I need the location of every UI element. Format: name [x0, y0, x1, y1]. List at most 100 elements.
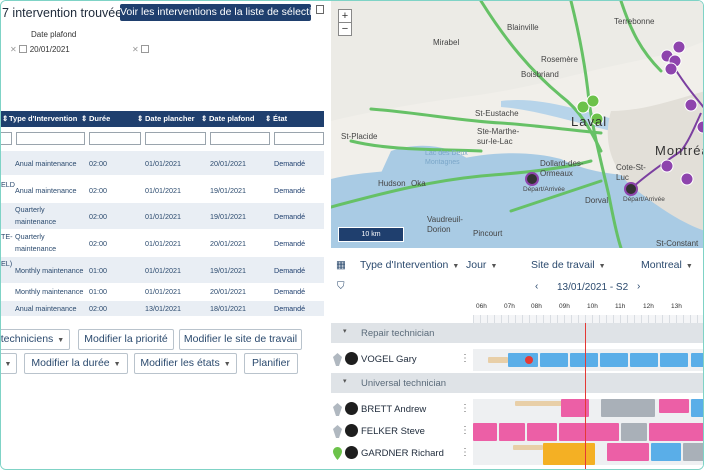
row-floor-date: 13/01/2021: [145, 304, 181, 313]
task-block[interactable]: [601, 399, 655, 417]
chevron-down-icon: ▼: [223, 361, 231, 368]
table-row[interactable]: Anual maintenance 02:00 01/01/2021 20/01…: [1, 151, 324, 175]
task-block[interactable]: [543, 443, 595, 465]
task-block[interactable]: [691, 353, 703, 367]
next-week-button[interactable]: ›: [637, 281, 640, 292]
table-row[interactable]: TE- Quarterly maintenance 02:00 01/01/20…: [1, 230, 324, 256]
column-header-type[interactable]: Type d'Intervention: [9, 111, 77, 127]
calendar-icon[interactable]: ▦: [336, 259, 346, 271]
view-selection-list-button[interactable]: Voir les interventions de la liste de sé…: [120, 4, 323, 21]
schedule-lane[interactable]: [473, 349, 703, 371]
travel-segment[interactable]: [515, 401, 563, 406]
task-block[interactable]: [508, 353, 538, 367]
column-header-floor-date[interactable]: Date plancher: [145, 111, 195, 127]
work-site-filter[interactable]: Site de travail ▼: [531, 259, 606, 271]
map[interactable]: + − Terrebonne Blainville Mirabel Rosemè…: [331, 1, 703, 248]
calendar-icon[interactable]: [140, 45, 149, 53]
task-block[interactable]: [607, 443, 649, 461]
task-block[interactable]: [660, 353, 688, 367]
task-block[interactable]: [527, 423, 557, 441]
task-block[interactable]: [683, 443, 703, 461]
more-options-icon[interactable]: ⋮: [460, 353, 470, 364]
group-header-universal[interactable]: ▾ Universal technician: [331, 373, 703, 393]
schedule-lane[interactable]: [473, 443, 703, 465]
table-row[interactable]: Anual maintenance 02:00 13/01/2021 18/01…: [1, 301, 324, 316]
task-block[interactable]: [559, 423, 619, 441]
task-block[interactable]: [621, 423, 647, 441]
zoom-out-button[interactable]: −: [338, 22, 352, 36]
task-block[interactable]: [600, 353, 628, 367]
date-plafond-field[interactable]: ✕ 20/01/2021: [10, 44, 70, 56]
task-block[interactable]: [691, 399, 703, 417]
map-label: Dorval: [585, 196, 609, 205]
calendar-icon[interactable]: [18, 45, 27, 53]
map-label: Lac des Deux Montagnes: [425, 150, 468, 166]
view-mode-select[interactable]: Jour ▼: [466, 259, 497, 271]
table-row[interactable]: Monthly maintenance 01:00 01/01/2021 20/…: [1, 284, 324, 300]
column-header-duration[interactable]: Durée: [89, 111, 110, 127]
sort-icon[interactable]: ⇕: [265, 111, 271, 127]
technician-row[interactable]: FELKER Steve ⋮: [331, 421, 703, 443]
more-options-icon[interactable]: ⋮: [460, 447, 470, 458]
row-duration: 01:00: [89, 287, 107, 296]
date-field-2[interactable]: ✕: [132, 44, 152, 56]
technician-row[interactable]: BRETT Andrew ⋮: [331, 399, 703, 421]
task-block[interactable]: [570, 353, 598, 367]
technician-row[interactable]: VOGEL Gary ⋮: [331, 349, 703, 371]
technician-row[interactable]: GARDNER Richard ⋮: [331, 443, 703, 465]
schedule-lane[interactable]: [473, 421, 703, 443]
travel-segment[interactable]: [513, 445, 543, 450]
column-header-state[interactable]: État: [273, 111, 287, 127]
chevron-down-icon: ▼: [113, 361, 121, 368]
type-intervention-filter[interactable]: Type d'Intervention ▼: [360, 259, 459, 271]
sort-icon[interactable]: ⇕: [81, 111, 87, 127]
more-dropdown-button[interactable]: ▼: [1, 353, 17, 374]
sort-icon[interactable]: ⇕: [137, 111, 143, 127]
map-planner-panel: + − Terrebonne Blainville Mirabel Rosemè…: [331, 1, 703, 469]
filter-input-ceiling-date[interactable]: [210, 132, 270, 145]
clear-icon[interactable]: ✕: [132, 45, 139, 54]
row-duration: 02:00: [89, 304, 107, 313]
row-type: Anual maintenance: [15, 304, 77, 313]
more-options-icon[interactable]: ⋮: [460, 425, 470, 436]
zoom-in-button[interactable]: +: [338, 9, 352, 23]
previous-week-button[interactable]: ‹: [535, 281, 538, 292]
plan-button[interactable]: Planifier: [244, 353, 298, 374]
filter-input[interactable]: [1, 132, 12, 145]
clear-icon[interactable]: ✕: [10, 45, 17, 54]
task-block[interactable]: [651, 443, 681, 461]
expand-icon[interactable]: [316, 5, 324, 14]
modify-work-site-button[interactable]: Modifier le site de travail: [179, 329, 302, 350]
filter-input-state[interactable]: [274, 132, 324, 145]
filter-input-duration[interactable]: [89, 132, 141, 145]
table-row[interactable]: Quarterly maintenance 02:00 01/01/2021 1…: [1, 203, 324, 229]
sort-icon[interactable]: ⇕: [201, 111, 207, 127]
task-block[interactable]: [630, 353, 658, 367]
modify-priority-button[interactable]: Modifier la priorité: [78, 329, 174, 350]
task-block[interactable]: [499, 423, 525, 441]
table-row[interactable]: EL) Monthly maintenance 01:00 01/01/2021…: [1, 257, 324, 283]
location-select[interactable]: Montreal ▼: [641, 259, 693, 271]
filter-input-floor-date[interactable]: [145, 132, 206, 145]
more-options-icon[interactable]: ⋮: [460, 403, 470, 414]
hour-label: 13h: [671, 303, 682, 310]
group-header-repair[interactable]: ▾ Repair technician: [331, 323, 703, 343]
collapse-icon[interactable]: ▾: [343, 377, 347, 385]
assign-technicians-button[interactable]: techniciens ▼: [1, 329, 70, 350]
filter-input-type[interactable]: [16, 132, 85, 145]
table-row[interactable]: ELD Anual maintenance 02:00 01/01/2021 1…: [1, 177, 324, 201]
row-floor-date: 01/01/2021: [145, 287, 181, 296]
task-block[interactable]: [659, 399, 689, 413]
sort-icon[interactable]: ⇕: [2, 111, 8, 127]
task-block[interactable]: [473, 423, 497, 441]
schedule-lane[interactable]: [473, 399, 703, 421]
collapse-icon[interactable]: ▾: [343, 327, 347, 335]
task-block[interactable]: [649, 423, 703, 441]
column-header-ceiling-date[interactable]: Date plafond: [209, 111, 254, 127]
hour-label: 07h: [504, 303, 515, 310]
task-block[interactable]: [540, 353, 568, 367]
modify-states-button[interactable]: Modifier les états ▼: [134, 353, 237, 374]
travel-segment[interactable]: [488, 357, 508, 363]
basket-icon[interactable]: ⛉: [337, 281, 345, 292]
modify-duration-button[interactable]: Modifier la durée ▼: [24, 353, 128, 374]
